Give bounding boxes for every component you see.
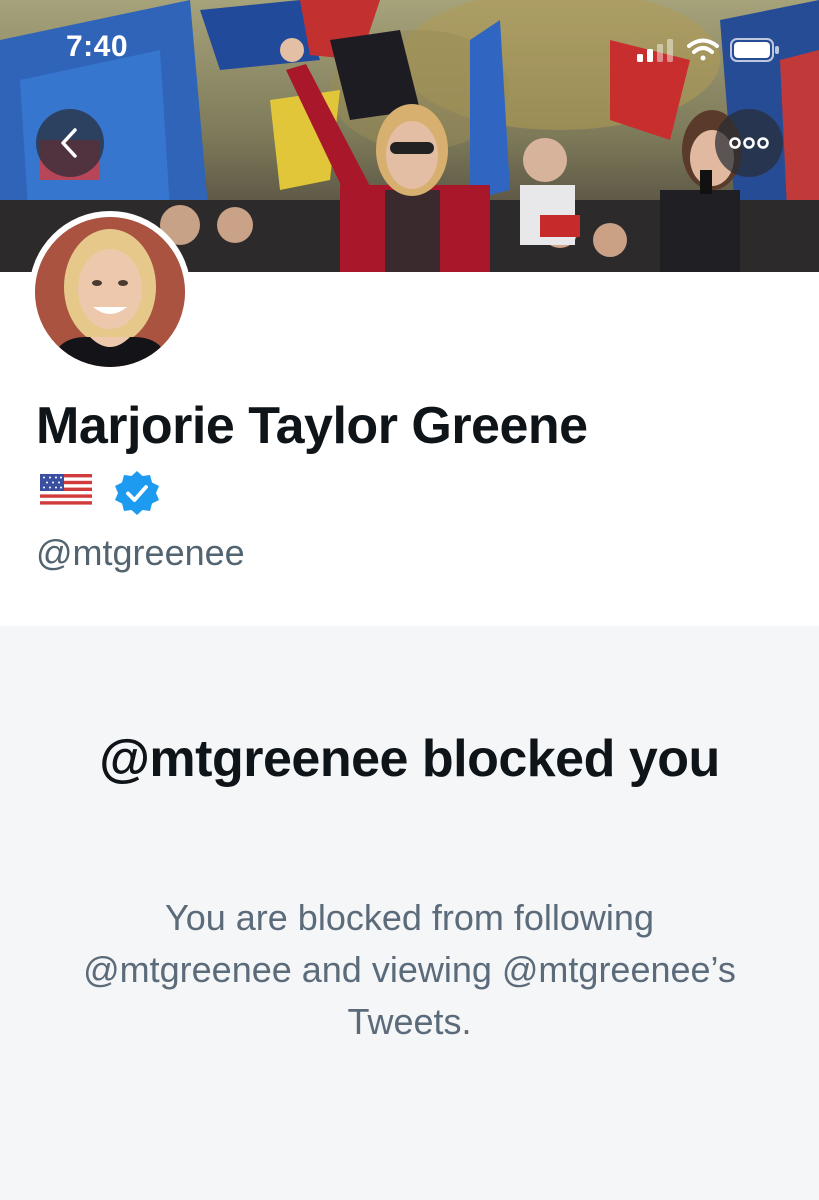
more-options-button[interactable] (715, 109, 783, 177)
cellular-signal-icon (637, 39, 673, 62)
battery-icon (730, 38, 779, 62)
avatar-image (35, 217, 185, 367)
us-flag-icon (40, 474, 92, 508)
profile-screen: 7:40 Marjorie Taylor Greene @mtgreenee @… (0, 0, 819, 1200)
chevron-left-icon (61, 128, 77, 158)
blocked-description: You are blocked from following @mtgreene… (83, 897, 736, 1042)
status-time: 7:40 (66, 30, 129, 63)
blocked-title: @mtgreenee blocked you (99, 730, 720, 788)
wifi-icon (687, 38, 719, 61)
more-horizontal-icon (729, 137, 769, 149)
verified-badge-icon (115, 471, 159, 515)
blocked-notice-panel: @mtgreenee blocked you You are blocked f… (0, 626, 819, 1200)
profile-avatar[interactable] (29, 211, 191, 373)
profile-name: Marjorie Taylor Greene (36, 397, 588, 455)
back-button[interactable] (36, 109, 104, 177)
status-icons (633, 36, 783, 64)
profile-handle: @mtgreenee (36, 532, 245, 573)
